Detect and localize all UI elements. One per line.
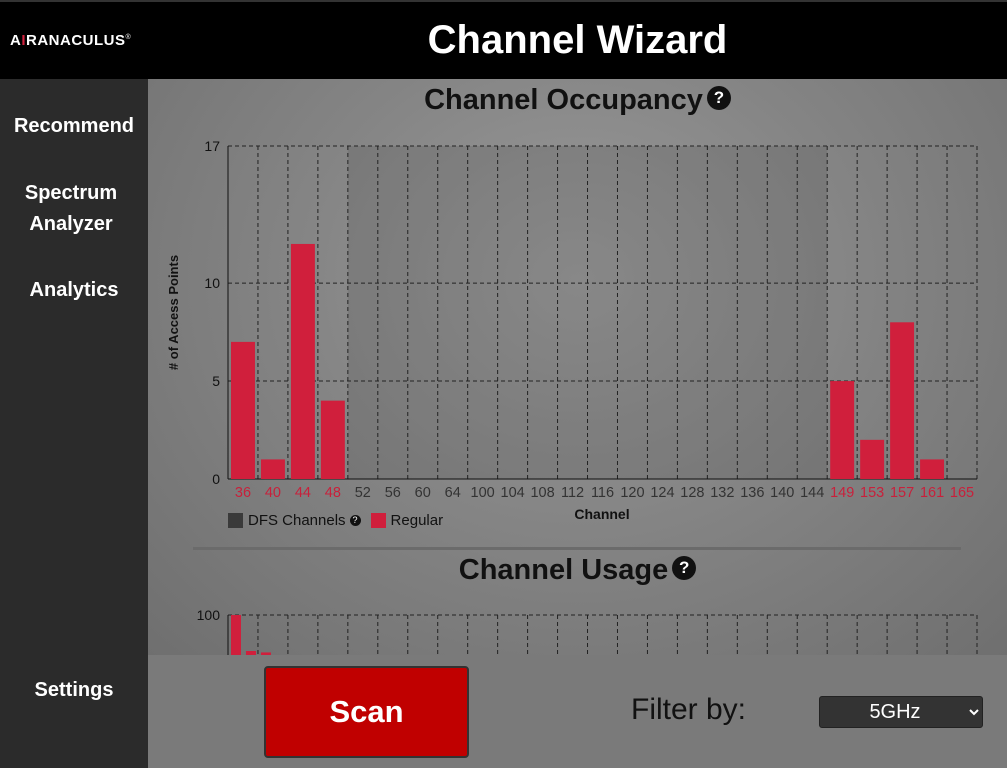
- x-tick-label: 140: [770, 485, 794, 501]
- legend-item-dfs[interactable]: DFS Channels ?: [228, 512, 361, 529]
- occupancy-bar-44: [290, 243, 315, 479]
- y-tick-label: 10: [204, 275, 220, 291]
- dfs-band: [587, 146, 618, 479]
- x-tick-label: 40: [265, 485, 281, 501]
- main-panel: Channel Occupancy? 0 5 10 17 36 40 44 48 52 56 60 6…: [148, 79, 1007, 655]
- sidebar-item-recommend[interactable]: Recommend: [0, 111, 148, 142]
- occupancy-bar-161: [920, 459, 945, 479]
- occupancy-bar-149: [830, 381, 855, 479]
- section-divider: [193, 547, 961, 550]
- logo-prefix: A: [10, 32, 22, 49]
- x-tick-label: 36: [235, 485, 251, 501]
- x-tick-label: 56: [385, 485, 401, 501]
- band-filter-select[interactable]: 5GHz2.4GHz: [819, 696, 983, 728]
- dfs-band: [347, 146, 378, 479]
- occupancy-bar-40: [260, 459, 285, 479]
- occupancy-bar-153: [860, 439, 885, 479]
- x-tick-label: 64: [445, 485, 461, 501]
- x-tick-label: 153: [860, 485, 884, 501]
- y-tick-label: 0: [212, 471, 220, 487]
- x-tick-label: 44: [295, 485, 311, 501]
- y-axis-label: # of Access Points: [166, 255, 181, 370]
- logo-mark: ®: [125, 34, 132, 41]
- logo: AIRANACULUS®: [10, 32, 131, 49]
- x-tick-label: 144: [800, 485, 824, 501]
- sidebar-item-spectrum-analyzer[interactable]: Spectrum Analyzer: [0, 178, 142, 240]
- dfs-help-icon[interactable]: ?: [349, 515, 361, 526]
- filter-label: Filter by:: [631, 693, 747, 726]
- x-tick-label: 132: [710, 485, 734, 501]
- x-axis-label: Channel: [574, 506, 629, 522]
- legend-swatch-regular: [370, 513, 386, 528]
- sidebar: Recommend Spectrum Analyzer Analytics Se…: [0, 79, 148, 768]
- dfs-band: [737, 146, 768, 479]
- x-tick-label: 165: [950, 485, 974, 501]
- y-tick-label: 5: [212, 373, 220, 389]
- x-tick-label: 52: [355, 485, 371, 501]
- occupancy-legend: DFS Channels ? Regular: [228, 512, 453, 529]
- dfs-band: [437, 146, 468, 479]
- occupancy-bar-48: [320, 400, 345, 479]
- y-tick-label: 17: [204, 138, 220, 154]
- dfs-band: [677, 146, 708, 479]
- x-tick-label: 104: [501, 485, 525, 501]
- dfs-band: [407, 146, 438, 479]
- control-bar: Scan Filter by: 5GHz2.4GHz: [148, 655, 1007, 768]
- usage-bar-0: [231, 615, 241, 655]
- dfs-band: [767, 146, 798, 479]
- x-tick-label: 120: [620, 485, 644, 501]
- top-bar: AIRANACULUS® Channel Wizard: [0, 0, 1007, 79]
- x-tick-label: 161: [920, 485, 944, 501]
- dfs-band: [557, 146, 588, 479]
- y-tick-label: 100: [197, 607, 221, 623]
- x-tick-label: 149: [830, 485, 854, 501]
- dfs-band: [497, 146, 528, 479]
- logo-suffix: RANACULUS: [26, 32, 126, 49]
- x-tick-label: 116: [591, 485, 614, 501]
- occupancy-bar-157: [890, 322, 915, 479]
- app-title: Channel Wizard: [427, 18, 728, 62]
- x-tick-label: 108: [530, 485, 554, 501]
- occupancy-chart: 0 5 10 17 36 40 44 48 52 56 60 64 100 104 108 112 116 120…: [166, 138, 978, 522]
- dfs-band: [467, 146, 498, 479]
- dfs-band: [617, 146, 648, 479]
- x-tick-label: 128: [680, 485, 704, 501]
- x-tick-label: 112: [561, 485, 584, 501]
- legend-swatch-dfs: [228, 513, 243, 528]
- dfs-band: [377, 146, 408, 479]
- dfs-band: [797, 146, 828, 479]
- x-tick-label: 48: [325, 485, 341, 501]
- x-tick-label: 136: [740, 485, 764, 501]
- x-tick-label: 124: [650, 485, 674, 501]
- legend-label-dfs: DFS Channels: [248, 512, 346, 529]
- usage-chart: 100: [197, 607, 978, 655]
- dfs-band: [647, 146, 678, 479]
- legend-label-regular: Regular: [390, 512, 444, 529]
- x-tick-label: 60: [415, 485, 431, 501]
- sidebar-item-analytics[interactable]: Analytics: [0, 275, 148, 306]
- sidebar-item-settings[interactable]: Settings: [0, 675, 148, 706]
- dfs-band: [707, 146, 738, 479]
- x-tick-label: 157: [890, 485, 914, 501]
- occupancy-bar-36: [231, 341, 255, 479]
- dfs-band: [527, 146, 558, 479]
- scan-button[interactable]: Scan: [264, 666, 469, 758]
- x-tick-label: 100: [471, 485, 495, 501]
- legend-item-regular[interactable]: Regular: [370, 512, 444, 529]
